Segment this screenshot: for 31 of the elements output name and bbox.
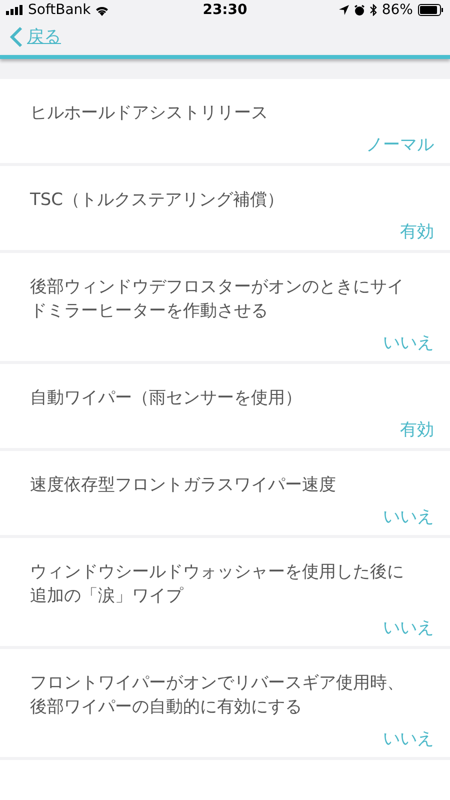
wifi-icon [94,4,109,16]
setting-value: いいえ [383,728,434,751]
setting-row[interactable]: ウィンドウシールドウォッシャーを使用した後に追加の「涙」ワイプ いいえ [0,538,450,646]
battery-icon [418,4,444,16]
alarm-icon [354,4,365,16]
setting-value: いいえ [383,506,434,529]
setting-label: 後部ウィンドウデフロスターがオンのときにサイドミラーヒーターを作動させる [30,276,405,323]
setting-row[interactable]: ヒルホールドアシストリリース ノーマル [0,79,450,163]
battery-percent: 86% [382,0,413,20]
setting-row[interactable]: 自動ワイパー（雨センサーを使用） 有効 [0,364,450,448]
setting-row[interactable]: フロントワイパーがオンでリバースギア使用時、後部ワイパーの自動的に有効にする いいえ [0,649,450,757]
setting-row[interactable]: 速度依存型フロントガラスワイパー速度 いいえ [0,451,450,535]
setting-row[interactable]: TSC（トルクステアリング補償） 有効 [0,166,450,250]
carrier-name: SoftBank [28,0,91,20]
clock-time: 23:30 [202,0,248,20]
setting-label: ヒルホールドアシストリリース [30,102,269,125]
location-icon [338,5,349,15]
chevron-left-icon [10,26,23,48]
setting-label: 速度依存型フロントガラスワイパー速度 [30,474,337,497]
setting-value: いいえ [383,332,434,355]
setting-value: いいえ [383,617,434,640]
setting-label: フロントワイパーがオンでリバースギア使用時、後部ワイパーの自動的に有効にする [30,672,405,719]
setting-value: 有効 [400,221,434,244]
setting-row[interactable]: 後部ウィンドウデフロスターがオンのときにサイドミラーヒーターを作動させる いいえ [0,253,450,361]
setting-value: 有効 [400,419,434,442]
bluetooth-icon [370,4,377,16]
setting-value: ノーマル [366,134,434,157]
setting-label: 自動ワイパー（雨センサーを使用） [30,387,303,410]
setting-label: ウィンドウシールドウォッシャーを使用した後に追加の「涙」ワイプ [30,561,405,608]
setting-label: TSC（トルクステアリング補償） [30,189,286,212]
signal-icon [6,5,24,15]
